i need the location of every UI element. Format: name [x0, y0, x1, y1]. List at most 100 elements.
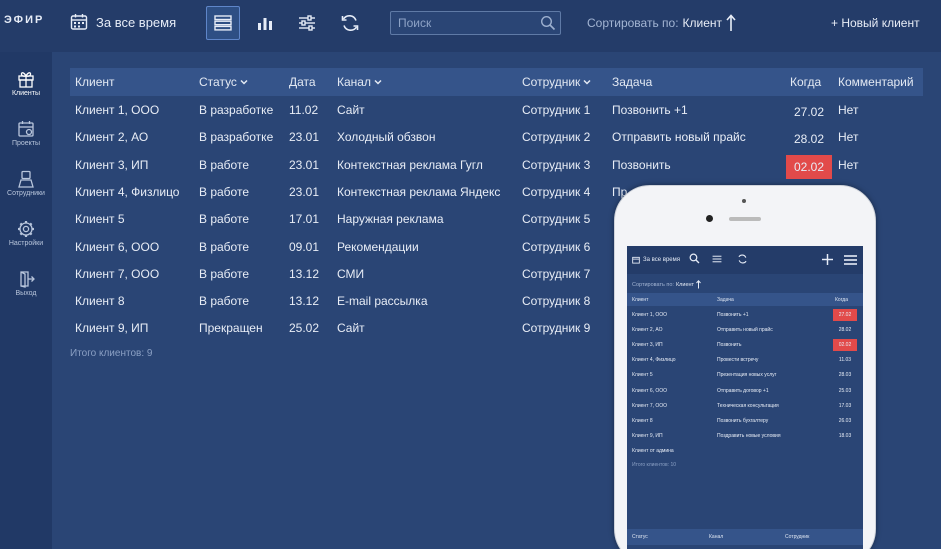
app-logo[interactable]: ЭФИР — [4, 14, 48, 26]
mobile-filter-employee[interactable]: Сотрудник — [785, 534, 809, 540]
column-header-task[interactable]: Задача — [612, 75, 652, 89]
mobile-cell-task: Техническая консультация — [717, 402, 779, 409]
new-client-button[interactable]: + Новый клиент — [831, 16, 920, 30]
sidebar-item-label: Настройки — [8, 240, 44, 247]
cell-channel: Контекстная реклама Яндекс — [337, 184, 501, 199]
refresh-button[interactable] — [333, 6, 367, 40]
cell-client[interactable]: Клиент 6, ООО — [75, 240, 159, 254]
mobile-cell-client: Клиент 9, ИП — [632, 432, 663, 439]
mobile-list-item[interactable]: Клиент 6, ООО Отправить договор +1 25.03 — [627, 384, 863, 399]
table-row[interactable]: Клиент 2, АО В разработке 23.01 Холодный… — [70, 124, 930, 151]
cell-channel: E-mail рассылка — [337, 294, 428, 309]
mobile-list-item[interactable]: Клиент 5 Презентация новых услуг 28.03 — [627, 368, 863, 383]
mobile-list-item[interactable]: Клиент 9, ИП Поздравить новые условия 18… — [627, 429, 863, 444]
cell-client[interactable]: Клиент 2, АО — [75, 130, 148, 144]
total-clients: Итого клиентов: 9 — [70, 348, 153, 359]
cell-client[interactable]: Клиент 7, ООО — [75, 267, 159, 281]
mobile-list-item[interactable]: Клиент от админа — [627, 444, 863, 459]
top-bar: ЭФИР За все время Сортировать по: Клиент… — [0, 0, 941, 52]
table-row[interactable]: Клиент 3, ИП В работе 23.01 Контекстная … — [70, 152, 930, 179]
mobile-sort-control[interactable]: Сортировать по: Клиент — [632, 280, 701, 289]
chevron-down-icon — [374, 79, 382, 85]
mobile-filter-status[interactable]: Статус — [632, 534, 648, 540]
cell-task: Отправить новый прайс — [612, 130, 746, 145]
sidebar-item-logout[interactable]: Выход — [0, 270, 52, 297]
sidebar-item-settings[interactable]: Настройки — [0, 220, 52, 247]
mobile-cell-when: 18.03 — [838, 432, 852, 439]
sort-control[interactable]: Сортировать по: Клиент — [587, 14, 736, 32]
mobile-cell-client: Клиент 8 — [632, 417, 653, 424]
plus-icon[interactable] — [822, 254, 833, 265]
column-header-date[interactable]: Дата — [289, 75, 316, 89]
period-selector[interactable]: За все время — [70, 13, 176, 31]
sliders-icon[interactable] — [712, 254, 722, 264]
search-input[interactable] — [391, 12, 531, 34]
mobile-list-item[interactable]: Клиент 3, ИП Позвонить 02.02 — [627, 338, 863, 353]
cell-employee: Сотрудник 8 — [522, 294, 591, 309]
list-view-button[interactable] — [206, 6, 240, 40]
list-icon — [214, 15, 232, 31]
mobile-cell-when — [833, 445, 857, 457]
column-header-channel[interactable]: Канал — [337, 75, 382, 89]
mobile-column-task[interactable]: Задача — [717, 297, 734, 303]
mobile-cell-client: Клиент 5 — [632, 372, 653, 379]
cell-client[interactable]: Клиент 9, ИП — [75, 321, 148, 335]
cell-client[interactable]: Клиент 1, ООО — [75, 103, 159, 117]
cell-channel: Холодный обзвон — [337, 130, 436, 145]
search-icon[interactable] — [540, 15, 556, 31]
column-header-status[interactable]: Статус — [199, 75, 248, 89]
calendar-icon — [18, 121, 34, 137]
cell-client[interactable]: Клиент 4, Физлицо — [75, 185, 179, 199]
chevron-down-icon — [240, 79, 248, 85]
refresh-icon — [341, 15, 359, 31]
mobile-list-item[interactable]: Клиент 1, ООО Позвонить +1 27.02 — [627, 308, 863, 323]
filter-button[interactable] — [290, 6, 324, 40]
search-box — [390, 11, 561, 35]
search-icon[interactable] — [689, 253, 700, 264]
cell-date: 23.01 — [289, 157, 320, 172]
user-icon — [18, 170, 34, 188]
exit-icon — [20, 271, 35, 288]
cell-status: В разработке — [199, 130, 274, 145]
cell-date: 23.01 — [289, 184, 320, 199]
sidebar-item-employees[interactable]: Сотрудники — [0, 170, 52, 197]
cell-date: 23.01 — [289, 130, 320, 145]
arrow-up-icon[interactable] — [726, 14, 736, 32]
menu-icon[interactable] — [844, 255, 857, 265]
mobile-sort-label: Сортировать по: — [632, 281, 674, 288]
column-header-client[interactable]: Клиент — [75, 75, 115, 89]
mobile-list-item[interactable]: Клиент 4, Физлицо Провести встречу 11.03 — [627, 353, 863, 368]
refresh-icon[interactable] — [737, 254, 748, 264]
chart-view-button[interactable] — [248, 6, 282, 40]
mobile-list-item[interactable]: Клиент 8 Позвонить бухгалтеру 26.03 — [627, 414, 863, 429]
mobile-column-when[interactable]: Когда — [835, 297, 848, 303]
cell-client[interactable]: Клиент 3, ИП — [75, 158, 148, 172]
mobile-period-label: За все время — [643, 257, 680, 263]
mobile-cell-when: 27.02 — [833, 309, 857, 321]
cell-channel: Сайт — [337, 321, 365, 336]
mobile-list-item[interactable]: Клиент 7, ООО Техническая консультация 1… — [627, 399, 863, 414]
cell-date: 09.01 — [289, 239, 320, 254]
column-header-employee[interactable]: Сотрудник — [522, 75, 591, 89]
mobile-period-selector[interactable]: За все время — [632, 256, 680, 264]
cell-date: 13.12 — [289, 266, 320, 281]
sort-label: Сортировать по: — [587, 16, 679, 30]
table-row[interactable]: Клиент 1, ООО В разработке 11.02 Сайт Со… — [70, 97, 930, 124]
phone-mockup: За все время Сортировать по: Клиент Клие… — [614, 185, 876, 549]
cell-employee: Сотрудник 3 — [522, 157, 591, 172]
mobile-list-item[interactable]: Клиент 2, АО Отправить новый прайс 28.02 — [627, 323, 863, 338]
cell-status: В работе — [199, 266, 250, 281]
mobile-cell-task: Позвонить +1 — [717, 312, 749, 318]
mobile-filter-channel[interactable]: Канал — [709, 534, 723, 540]
sidebar-item-clients[interactable]: Клиенты — [0, 70, 52, 97]
mobile-cell-client: Клиент 3, ИП — [632, 342, 663, 349]
gift-icon — [18, 72, 34, 88]
cell-client[interactable]: Клиент 5 — [75, 212, 125, 226]
mobile-column-client[interactable]: Клиент — [632, 297, 648, 303]
sidebar-item-projects[interactable]: Проекты — [0, 120, 52, 147]
mobile-cell-client: Клиент 4, Физлицо — [632, 357, 676, 364]
column-header-when[interactable]: Когда — [790, 75, 821, 89]
column-header-comment[interactable]: Комментарий — [838, 75, 914, 89]
cell-client[interactable]: Клиент 8 — [75, 294, 125, 308]
mobile-cell-task: Отправить новый прайс — [717, 327, 773, 334]
